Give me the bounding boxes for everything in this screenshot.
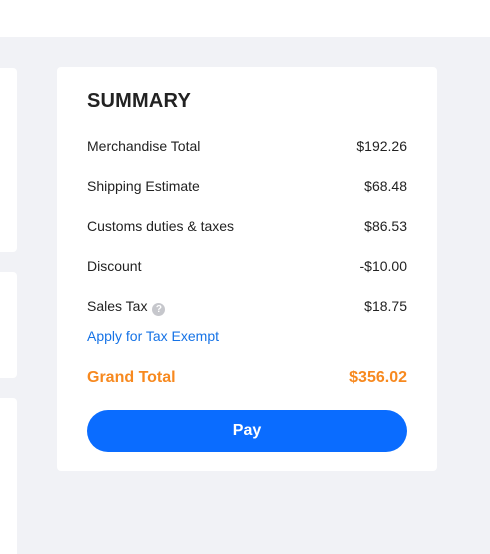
pay-button[interactable]: Pay (87, 410, 407, 452)
summary-title: SUMMARY (87, 90, 191, 112)
customs-duties-row: Customs duties & taxes $86.53 (87, 218, 407, 238)
grand-total-value: $356.02 (349, 369, 407, 386)
top-bar (0, 0, 490, 37)
left-panel-card (0, 272, 17, 378)
row-value: $68.48 (364, 178, 407, 194)
row-label: Merchandise Total (87, 138, 201, 154)
order-summary-card: SUMMARY Merchandise Total $192.26 Shippi… (57, 67, 437, 471)
left-panel-card (0, 398, 17, 554)
grand-total-row: Grand Total $356.02 (87, 369, 407, 391)
row-label: Sales Tax? (87, 298, 166, 316)
shipping-estimate-row: Shipping Estimate $68.48 (87, 178, 407, 198)
row-value: $86.53 (364, 218, 407, 234)
discount-row: Discount -$10.00 (87, 258, 407, 278)
sales-tax-row: Sales Tax? $18.75 (87, 298, 407, 318)
apply-tax-exempt-link[interactable]: Apply for Tax Exempt (87, 328, 219, 344)
left-panel-card (0, 68, 17, 252)
row-value: -$10.00 (359, 258, 407, 274)
help-icon[interactable]: ? (152, 303, 166, 316)
row-value: $18.75 (364, 298, 407, 314)
row-label: Customs duties & taxes (87, 218, 235, 234)
merchandise-total-row: Merchandise Total $192.26 (87, 138, 407, 158)
row-label: Shipping Estimate (87, 178, 200, 194)
grand-total-label: Grand Total (87, 369, 176, 386)
row-value: $192.26 (356, 138, 407, 154)
sales-tax-label: Sales Tax (87, 298, 148, 314)
row-label: Discount (87, 258, 142, 274)
